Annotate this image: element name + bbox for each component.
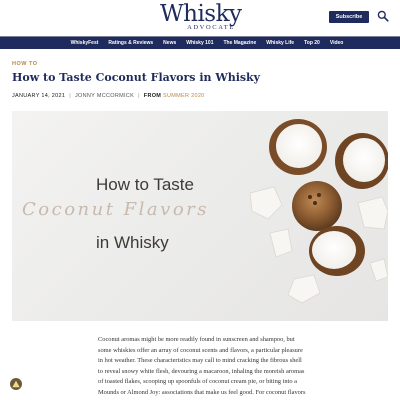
- accessibility-button[interactable]: [10, 378, 22, 390]
- nav-item-the-magazine[interactable]: The Magazine: [223, 40, 256, 46]
- article-title: How to Taste Coconut Flavors in Whisky: [12, 71, 261, 84]
- nav-item-video[interactable]: Video: [330, 40, 344, 46]
- issue-link[interactable]: SUMMER 2020: [163, 93, 205, 99]
- hero-title-line1: How to Taste: [96, 175, 194, 194]
- main-nav: WhiskyFest Ratings & Reviews News Whisky…: [0, 36, 400, 49]
- logo-sub-text: ADVOCATE: [187, 24, 235, 31]
- nav-item-news[interactable]: News: [163, 40, 176, 46]
- logo-main-text: Whisky: [160, 1, 242, 27]
- nav-item-ratings-reviews[interactable]: Ratings & Reviews: [108, 40, 153, 46]
- nav-item-whisky-life[interactable]: Whisky Life: [266, 40, 294, 46]
- nav-item-whiskyfest[interactable]: WhiskyFest: [71, 40, 99, 46]
- subscribe-button[interactable]: Subscribe: [329, 11, 369, 23]
- warning-icon: [12, 380, 20, 388]
- nav-item-whisky-101[interactable]: Whisky 101: [186, 40, 213, 46]
- meta-separator: |: [138, 93, 140, 99]
- nav-item-top-20[interactable]: Top 20: [304, 40, 320, 46]
- hero-title-line3: in Whisky: [96, 233, 169, 252]
- site-header: Whisky ADVOCATE Subscribe: [0, 0, 400, 36]
- article-date: JANUARY 14, 2021: [12, 93, 66, 99]
- search-icon[interactable]: [377, 10, 389, 22]
- hero-image: How to Taste Coconut Flavors in Whisky: [12, 111, 388, 321]
- from-label: FROM: [143, 93, 162, 99]
- hero-title-line2: Coconut Flavors: [22, 199, 209, 220]
- article-author[interactable]: JONNY MCCORMICK: [75, 93, 134, 99]
- article-meta: JANUARY 14, 2021 | JONNY MCCORMICK | FROM SU…: [12, 93, 205, 99]
- article-body-paragraph: Coconut aromas might be more readily fou…: [98, 336, 306, 400]
- meta-separator: |: [69, 93, 71, 99]
- article-category[interactable]: HOW TO: [12, 61, 38, 67]
- whisky-advocate-logo[interactable]: Whisky ADVOCATE: [160, 1, 242, 33]
